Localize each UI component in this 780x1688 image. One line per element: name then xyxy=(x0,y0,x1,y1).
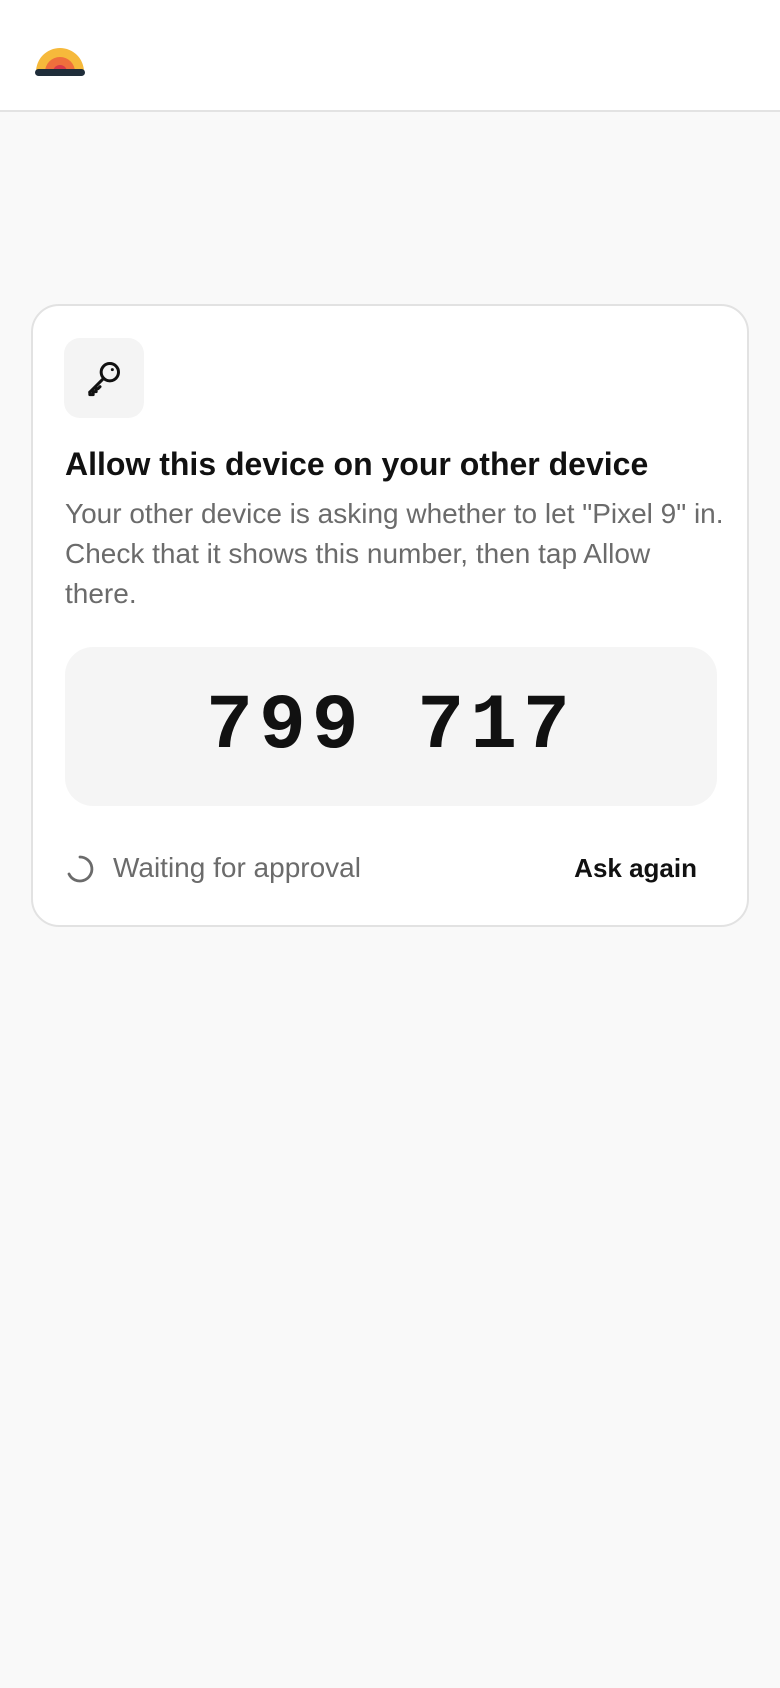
key-icon xyxy=(88,362,120,397)
device-approval-card: Allow this device on your other device Y… xyxy=(31,304,749,927)
status-row: Waiting for approval Ask again xyxy=(65,848,717,888)
verification-code-box: 799 717 xyxy=(65,647,717,806)
verification-code: 799 717 xyxy=(206,682,576,771)
card-description: Your other device is asking whether to l… xyxy=(65,498,724,609)
ask-again-button[interactable]: Ask again xyxy=(574,848,697,888)
card-title: Allow this device on your other device xyxy=(65,446,649,482)
spinner-icon xyxy=(67,855,94,883)
sunset-logo-icon[interactable] xyxy=(34,44,86,78)
key-icon-tile xyxy=(64,338,144,418)
top-bar xyxy=(0,0,780,112)
status-text: Waiting for approval xyxy=(113,852,361,883)
